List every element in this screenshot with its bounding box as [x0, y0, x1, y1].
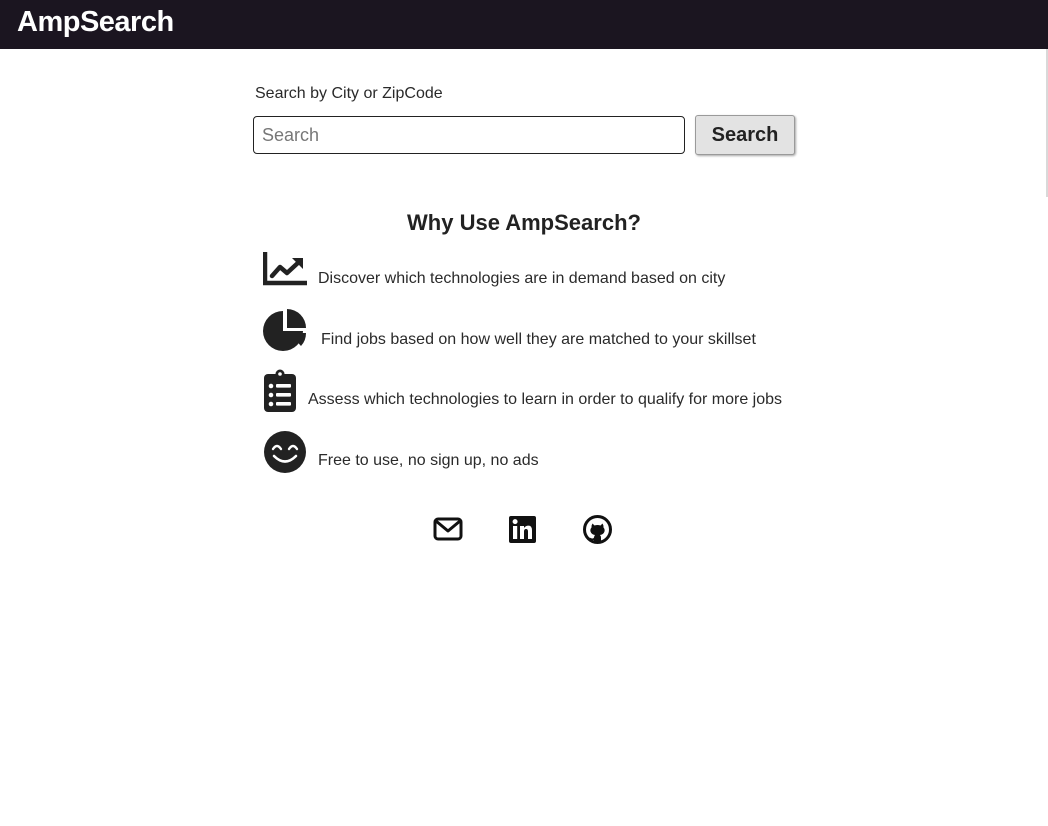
- clipboard-list-icon: [264, 369, 296, 412]
- pie-chart-icon: [263, 309, 307, 351]
- feature-text: Find jobs based on how well they are mat…: [321, 331, 756, 348]
- brand-logo-link[interactable]: AmpSearch: [17, 6, 174, 39]
- search-button[interactable]: Search: [695, 115, 795, 155]
- search-input[interactable]: [253, 116, 685, 154]
- linkedin-icon[interactable]: [509, 516, 536, 543]
- envelope-icon[interactable]: [433, 516, 463, 542]
- feature-text: Discover which technologies are in deman…: [318, 270, 726, 287]
- feature-text: Free to use, no sign up, no ads: [318, 452, 539, 469]
- smile-icon: [264, 431, 306, 473]
- github-icon[interactable]: [583, 515, 612, 544]
- feature-text: Assess which technologies to learn in or…: [308, 391, 783, 408]
- chart-line-icon: [263, 252, 307, 286]
- features-title: Why Use AmpSearch?: [407, 210, 641, 235]
- search-label: Search by City or ZipCode: [255, 85, 443, 102]
- navbar: AmpSearch: [0, 0, 1048, 49]
